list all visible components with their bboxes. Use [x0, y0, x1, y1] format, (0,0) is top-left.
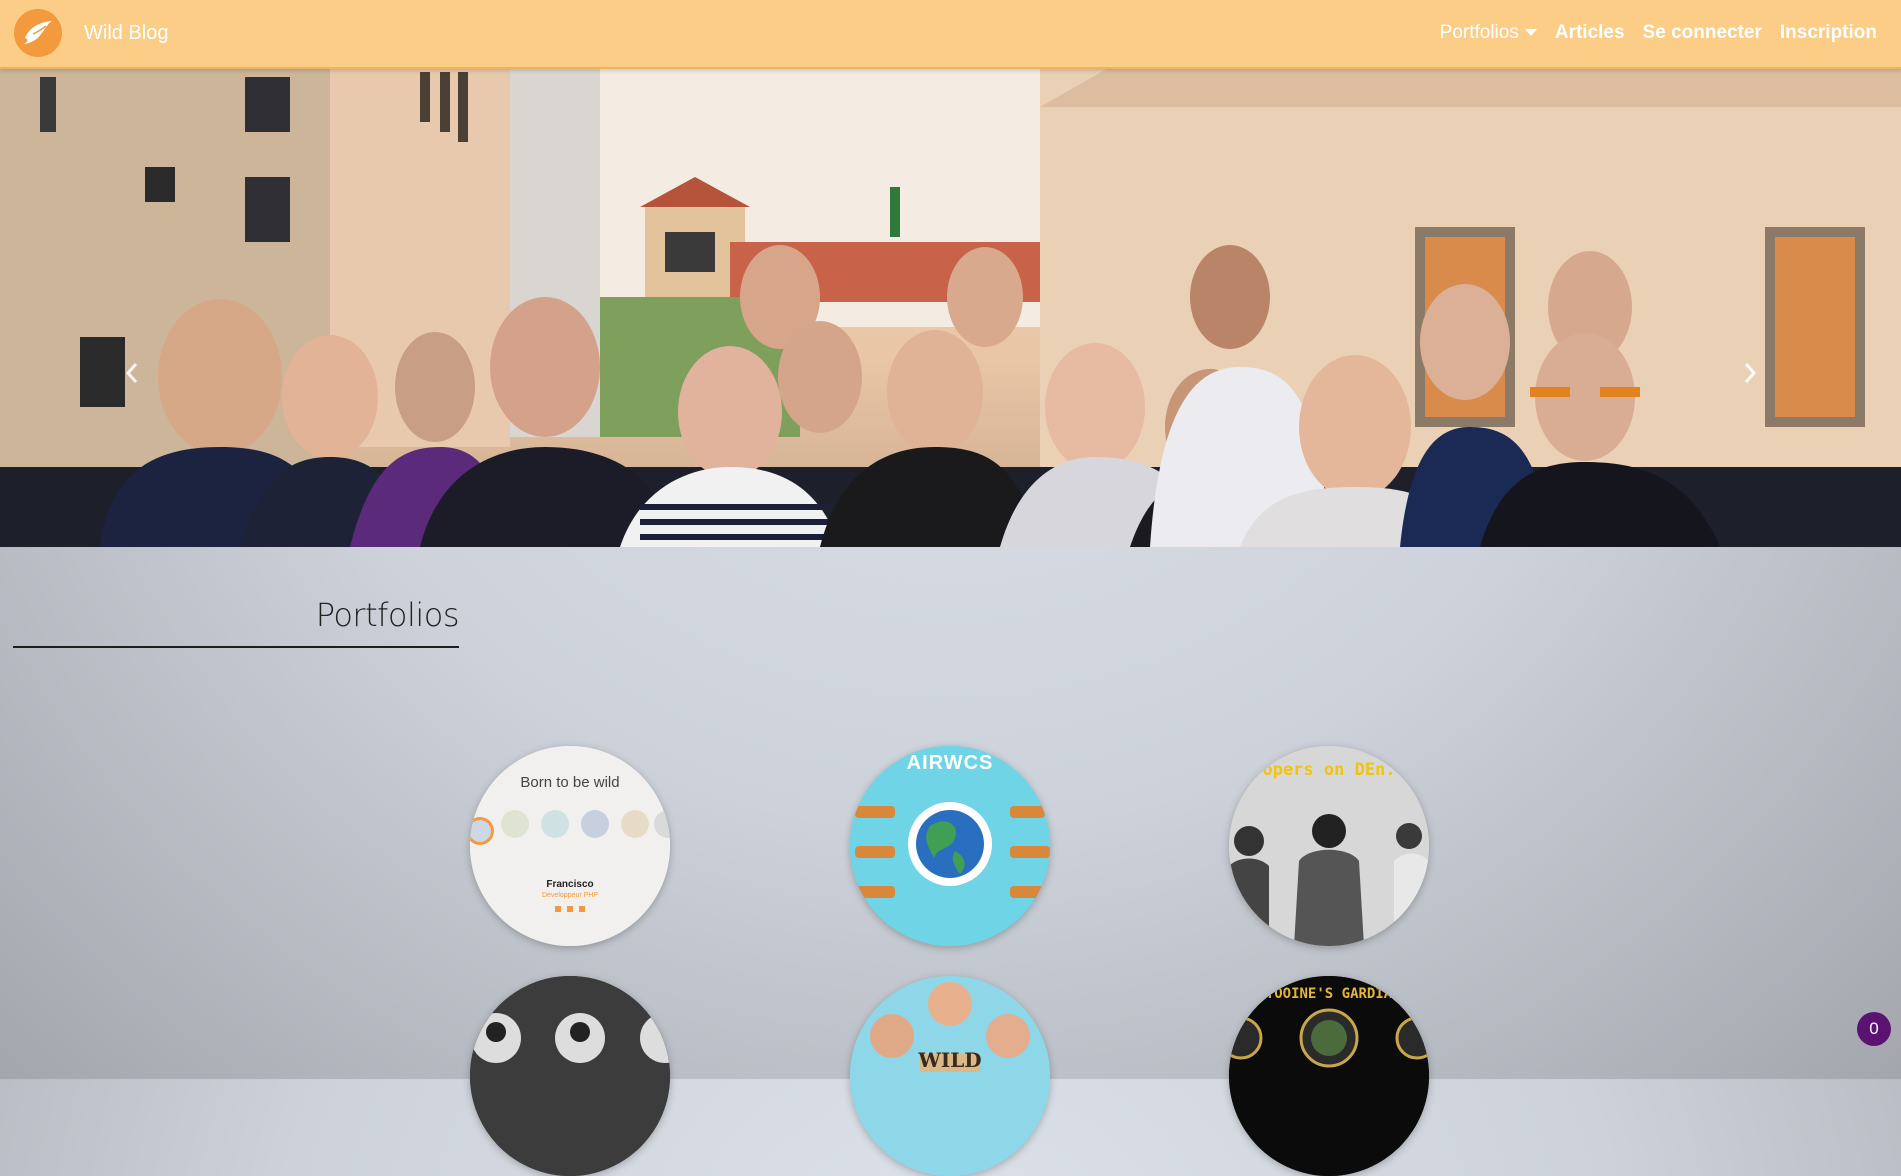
portfolio-title: WILD — [918, 1048, 982, 1072]
logo-bird-icon[interactable] — [14, 9, 62, 57]
nav-login[interactable]: Se connecter — [1643, 22, 1762, 44]
portfolio-card-airwcs[interactable]: AIRWCS — [850, 746, 1050, 946]
hero-group-photo — [0, 67, 1901, 547]
portfolio-card-wild[interactable]: WILD — [850, 976, 1050, 1176]
portfolio-person-name: Francisco — [546, 879, 594, 890]
portfolio-preview — [1229, 976, 1429, 1176]
section-title-text: Portfolios — [315, 596, 460, 634]
navbar: Wild Blog Portfolios Articles Se connect… — [0, 0, 1901, 69]
chevron-left-icon — [125, 363, 138, 383]
nav-signup[interactable]: Inscription — [1780, 22, 1877, 44]
portfolio-title: AIRWCS — [906, 752, 994, 774]
caret-down-icon — [1524, 29, 1537, 37]
portfolio-title: Born to be wild — [520, 774, 620, 791]
portfolio-card-developers[interactable]: opers on DEn. — [1229, 746, 1429, 946]
notification-count-badge[interactable]: 0 — [1857, 1012, 1891, 1046]
chevron-right-icon — [1744, 363, 1757, 383]
portfolio-title: opers on DEn. — [1262, 760, 1396, 780]
portfolio-person-role: Développeur PHP — [541, 892, 599, 899]
carousel-prev-button[interactable] — [125, 362, 155, 392]
portfolio-preview — [850, 976, 1050, 1176]
hero-carousel — [0, 67, 1901, 547]
brand-name[interactable]: Wild Blog — [84, 22, 168, 45]
portfolio-card-born-to-be-wild[interactable]: Born to be wild Francisco Développeur PH… — [470, 746, 670, 946]
nav-portfolios-dropdown[interactable]: Portfolios — [1440, 22, 1537, 44]
section-heading: Portfolios — [13, 592, 460, 648]
portfolio-card-team[interactable] — [470, 976, 670, 1176]
nav-portfolios-label: Portfolios — [1439, 22, 1519, 43]
portfolio-preview — [470, 976, 670, 1176]
portfolio-title: TOOINE'S GARDIA — [1265, 986, 1393, 1002]
notification-count: 0 — [1869, 1019, 1879, 1038]
portfolio-preview — [850, 746, 1050, 946]
carousel-next-button[interactable] — [1743, 362, 1773, 392]
nav-menu: Portfolios Articles Se connecter Inscrip… — [1440, 22, 1877, 44]
portfolio-card-tatooine[interactable]: TOOINE'S GARDIA — [1229, 976, 1429, 1176]
nav-articles[interactable]: Articles — [1555, 22, 1625, 44]
